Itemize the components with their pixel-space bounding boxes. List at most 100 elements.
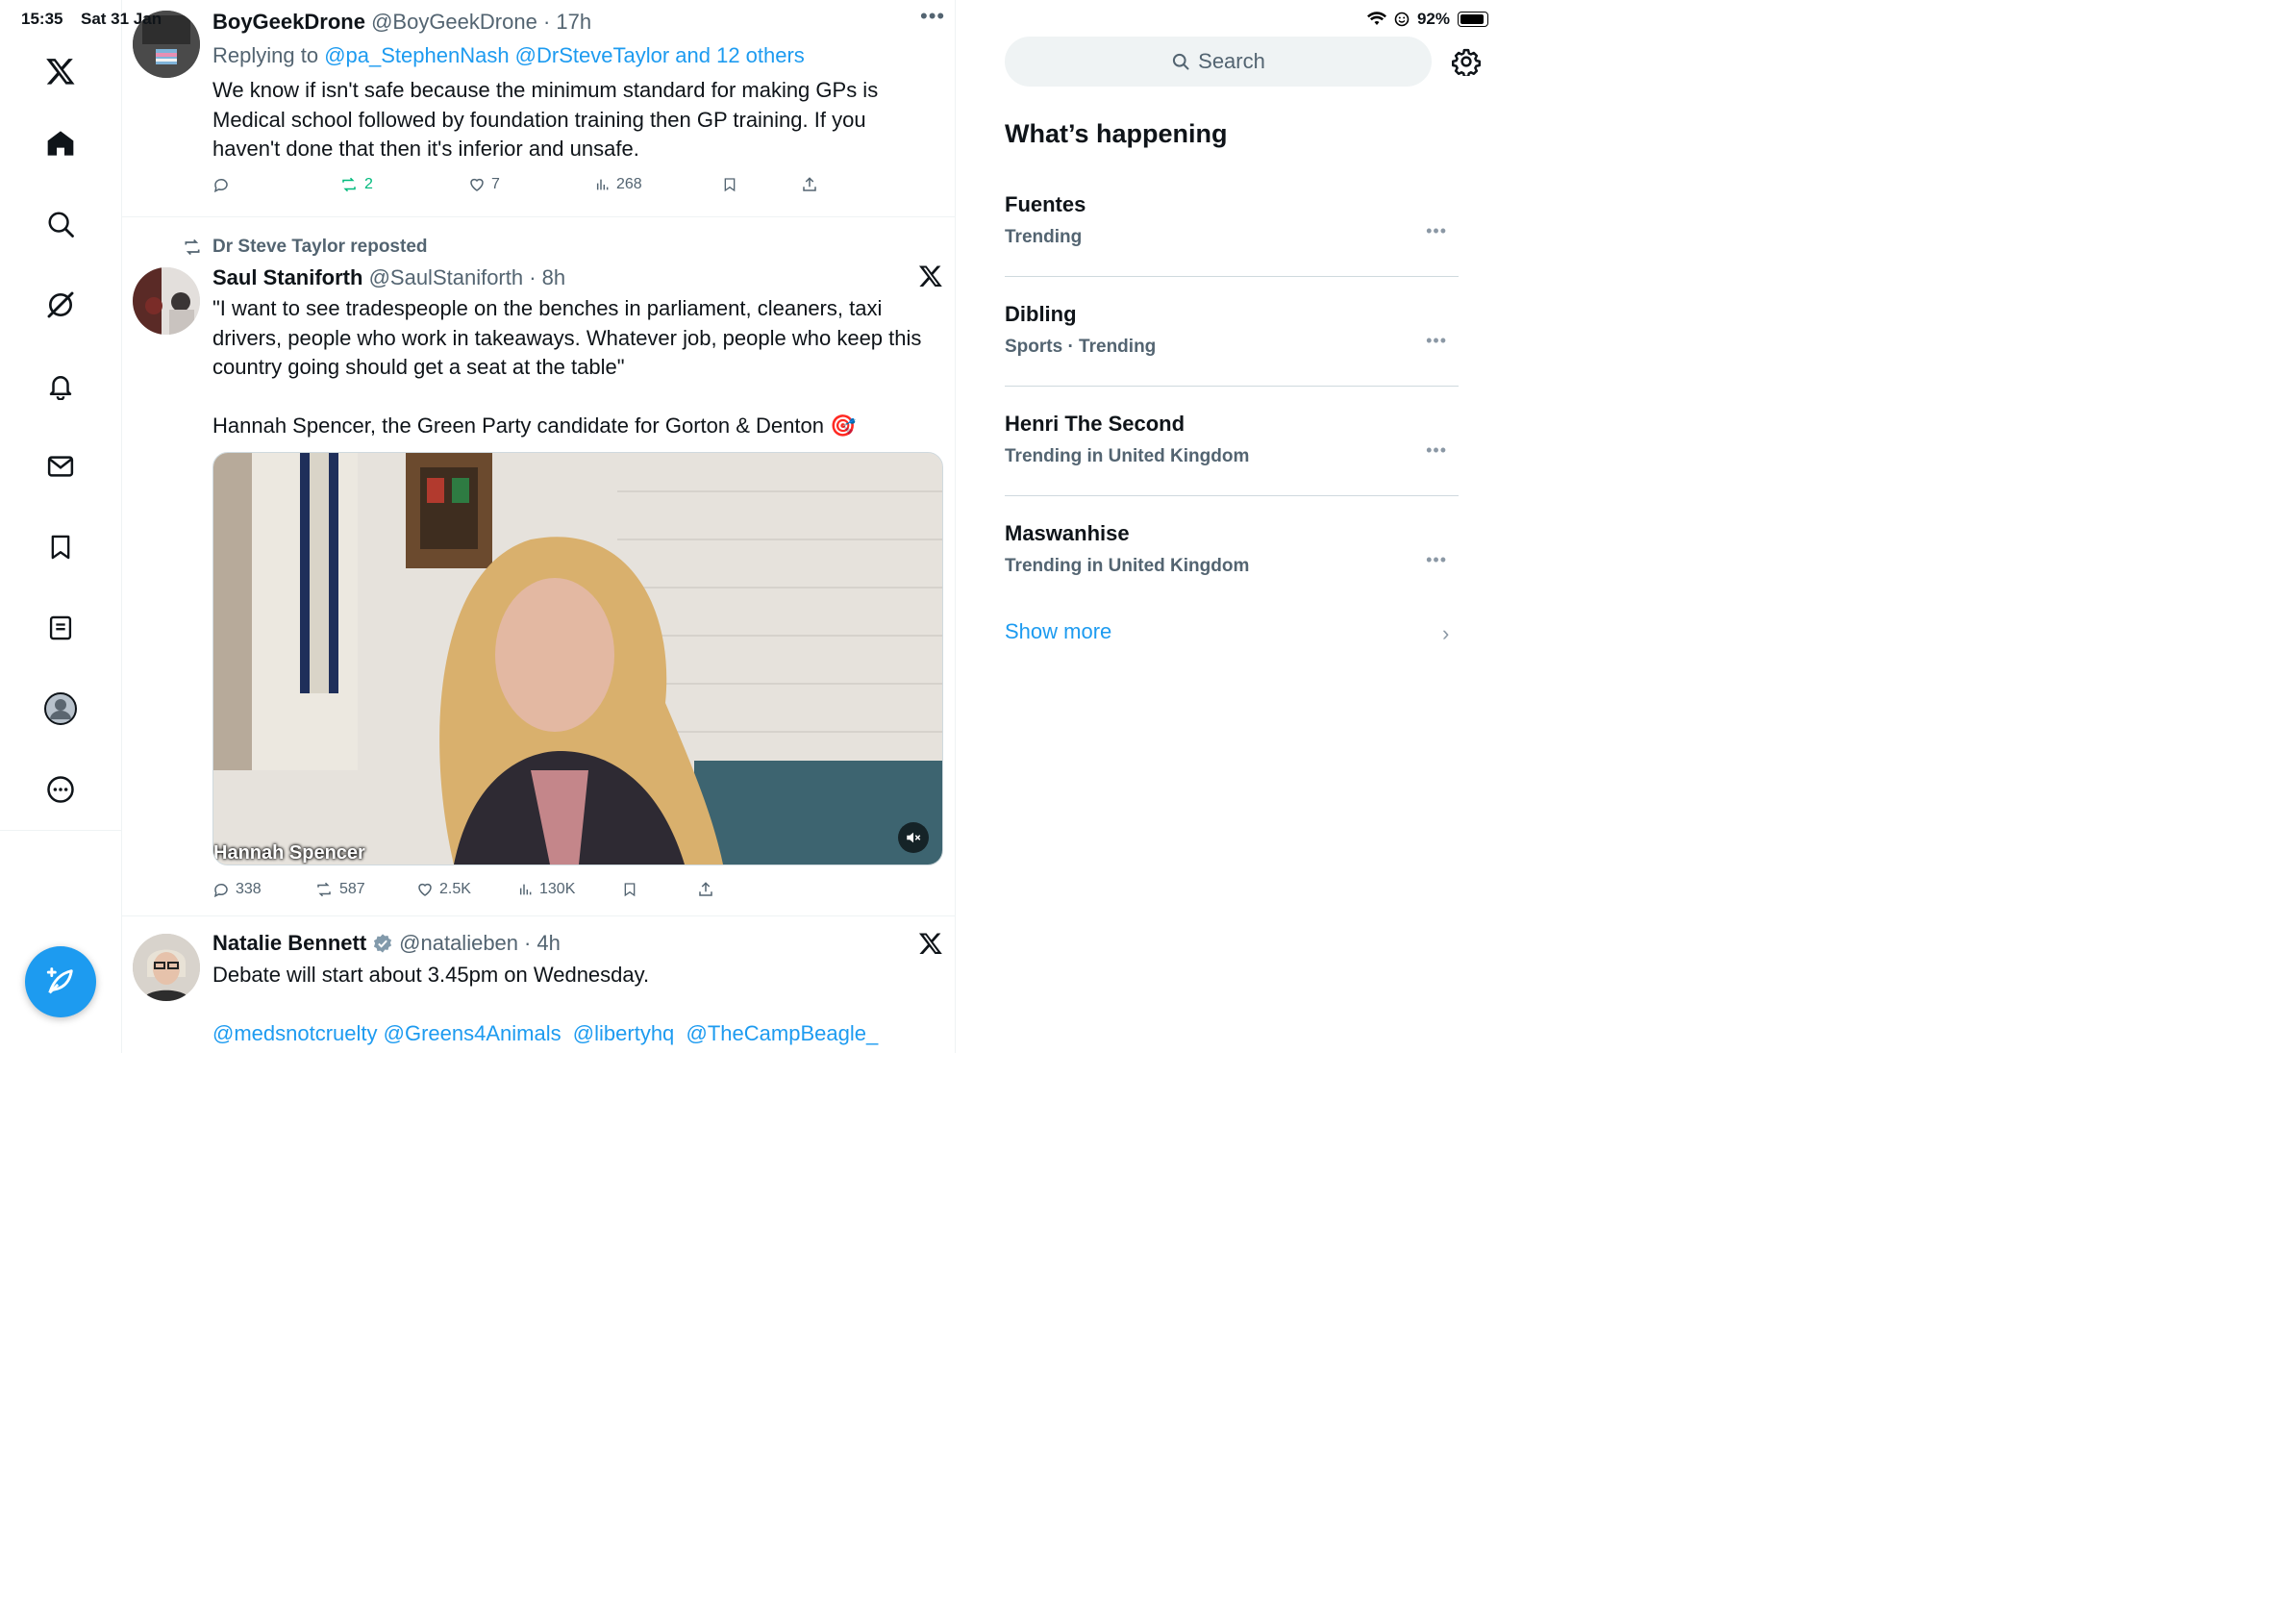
side-nav: [0, 0, 122, 1053]
repost-button[interactable]: 587: [314, 881, 365, 898]
bookmark-button[interactable]: [722, 176, 737, 193]
x-logo-icon[interactable]: [42, 53, 79, 89]
tweet-age[interactable]: 8h: [542, 265, 565, 289]
repost-count: 587: [339, 881, 365, 897]
reply-targets[interactable]: @pa_StephenNash @DrSteveTaylor and 12 ot…: [324, 43, 805, 67]
bookmark-button[interactable]: [622, 881, 637, 898]
repost-icon: [342, 177, 356, 192]
video-caption: Hannah Spencer: [213, 842, 365, 864]
trend-meta: Trending in United Kingdom: [1005, 556, 1250, 576]
x-logo-badge-icon[interactable]: [918, 931, 943, 961]
search-placeholder: Search: [1198, 49, 1265, 73]
repost-note[interactable]: Dr Steve Taylor reposted: [212, 237, 428, 258]
repost-button[interactable]: 2: [339, 176, 373, 193]
trend-name: Fuentes: [1005, 192, 1086, 216]
share-icon: [803, 177, 816, 191]
messages-envelope-icon[interactable]: [42, 448, 79, 485]
share-button[interactable]: [801, 176, 818, 193]
notifications-bell-icon[interactable]: [42, 367, 79, 404]
views-chart-icon: [519, 884, 532, 895]
status-time: 15:35: [21, 10, 63, 28]
status-date: Sat 31 Jan: [81, 10, 162, 28]
trend-item[interactable]: Fuentes Trending •••: [1005, 192, 1459, 277]
trend-meta: Trending: [1005, 227, 1083, 247]
reply-button[interactable]: 338: [212, 881, 262, 898]
like-button[interactable]: 7: [468, 176, 500, 193]
tweet-text-line2: Hannah Spencer, the Green Party candidat…: [212, 414, 857, 438]
tweet-header: Natalie Bennett @natalieben · 4h: [212, 931, 561, 956]
trend-more-icon[interactable]: •••: [1426, 440, 1447, 461]
like-button[interactable]: 2.5K: [416, 881, 471, 898]
like-count: 2.5K: [439, 881, 471, 897]
trend-item[interactable]: Henri The Second Trending in United King…: [1005, 412, 1459, 496]
reply-button[interactable]: [212, 176, 236, 193]
tweet-natalieben[interactable]: Natalie Bennett @natalieben · 4h Debate wi…: [122, 916, 955, 1053]
verified-badge-icon: [374, 934, 392, 953]
trend-more-icon[interactable]: •••: [1426, 550, 1447, 570]
battery-percent: 92%: [1416, 10, 1450, 28]
lists-icon[interactable]: [42, 610, 79, 646]
compose-post-button[interactable]: [25, 946, 96, 1017]
trend-name: Dibling: [1005, 302, 1077, 326]
chevron-right-icon[interactable]: ›: [1442, 621, 1449, 646]
battery-icon: [1458, 12, 1488, 27]
status-bar: 15:35 Sat 31 Jan 92%: [0, 0, 1508, 38]
avatar-saulstaniforth[interactable]: [133, 267, 200, 335]
views-button[interactable]: 268: [595, 176, 642, 193]
bookmark-icon: [624, 883, 636, 897]
tweet-text: "I want to see tradespeople on the bench…: [212, 296, 922, 379]
reply-count: 338: [236, 881, 262, 897]
reply-prefix: Replying to: [212, 43, 325, 67]
trend-meta: Sports · Trending: [1005, 337, 1157, 357]
trend-meta: Trending in United Kingdom: [1005, 446, 1250, 466]
author-handle[interactable]: @SaulStaniforth: [369, 265, 524, 289]
views-count: 268: [616, 176, 642, 192]
tweet-saulstaniforth[interactable]: Dr Steve Taylor reposted Saul Staniforth…: [122, 217, 955, 916]
trend-more-icon[interactable]: •••: [1426, 331, 1447, 351]
status-indicators: 92%: [1366, 10, 1488, 29]
trend-more-icon[interactable]: •••: [1426, 221, 1447, 241]
trend-name: Maswanhise: [1005, 521, 1130, 545]
tweet-text: Debate will start about 3.45pm on Wednes…: [212, 963, 650, 987]
x-logo-badge-icon[interactable]: [918, 263, 943, 293]
mute-button[interactable]: [898, 822, 929, 853]
home-icon[interactable]: [42, 125, 79, 162]
muted-speaker-icon: [907, 832, 921, 843]
views-count: 130K: [539, 881, 576, 897]
profile-avatar-icon[interactable]: [42, 690, 79, 727]
bookmarks-icon[interactable]: [42, 529, 79, 565]
explore-search-icon[interactable]: [42, 206, 79, 242]
reply-icon: [213, 884, 228, 898]
tweet-text: We know if isn't safe because the minimu…: [212, 78, 879, 161]
repost-count: 2: [364, 176, 373, 192]
views-button[interactable]: 130K: [518, 881, 575, 898]
show-more-link[interactable]: Show more: [1005, 619, 1111, 644]
bookmark-icon: [724, 178, 736, 192]
reply-icon: [213, 179, 228, 193]
more-options-icon[interactable]: [42, 771, 79, 808]
views-chart-icon: [596, 179, 609, 190]
settings-gear-icon[interactable]: [1452, 47, 1481, 81]
tweet-age[interactable]: 4h: [537, 931, 560, 956]
share-button[interactable]: [697, 881, 714, 898]
author-name[interactable]: Saul Staniforth: [212, 265, 362, 289]
author-handle[interactable]: @natalieben: [399, 931, 518, 956]
grok-icon[interactable]: [42, 287, 79, 323]
search-icon: [1173, 53, 1189, 70]
search-bar[interactable]: Search: [1005, 37, 1432, 87]
video-frame: [213, 453, 942, 865]
timeline: BoyGeekDrone @BoyGeekDrone · 17h ••• Rep…: [122, 0, 956, 1053]
avatar-natalieben[interactable]: [133, 934, 200, 1001]
wifi-icon: [1366, 12, 1386, 25]
repost-context: Dr Steve Taylor reposted: [182, 237, 428, 258]
nav-divider: [0, 830, 121, 831]
trend-item[interactable]: Maswanhise Trending in United Kingdom ••…: [1005, 521, 1459, 605]
heart-icon: [470, 178, 484, 191]
video-player[interactable]: Hannah Spencer: [212, 452, 943, 865]
trend-item[interactable]: Dibling Sports · Trending •••: [1005, 302, 1459, 387]
tweet-mentions[interactable]: @medsnotcruelty @Greens4Animals @liberty…: [212, 1019, 943, 1049]
author-name[interactable]: Natalie Bennett: [212, 931, 366, 956]
trend-name: Henri The Second: [1005, 412, 1185, 436]
like-count: 7: [491, 176, 500, 192]
focus-icon: [1394, 12, 1410, 27]
